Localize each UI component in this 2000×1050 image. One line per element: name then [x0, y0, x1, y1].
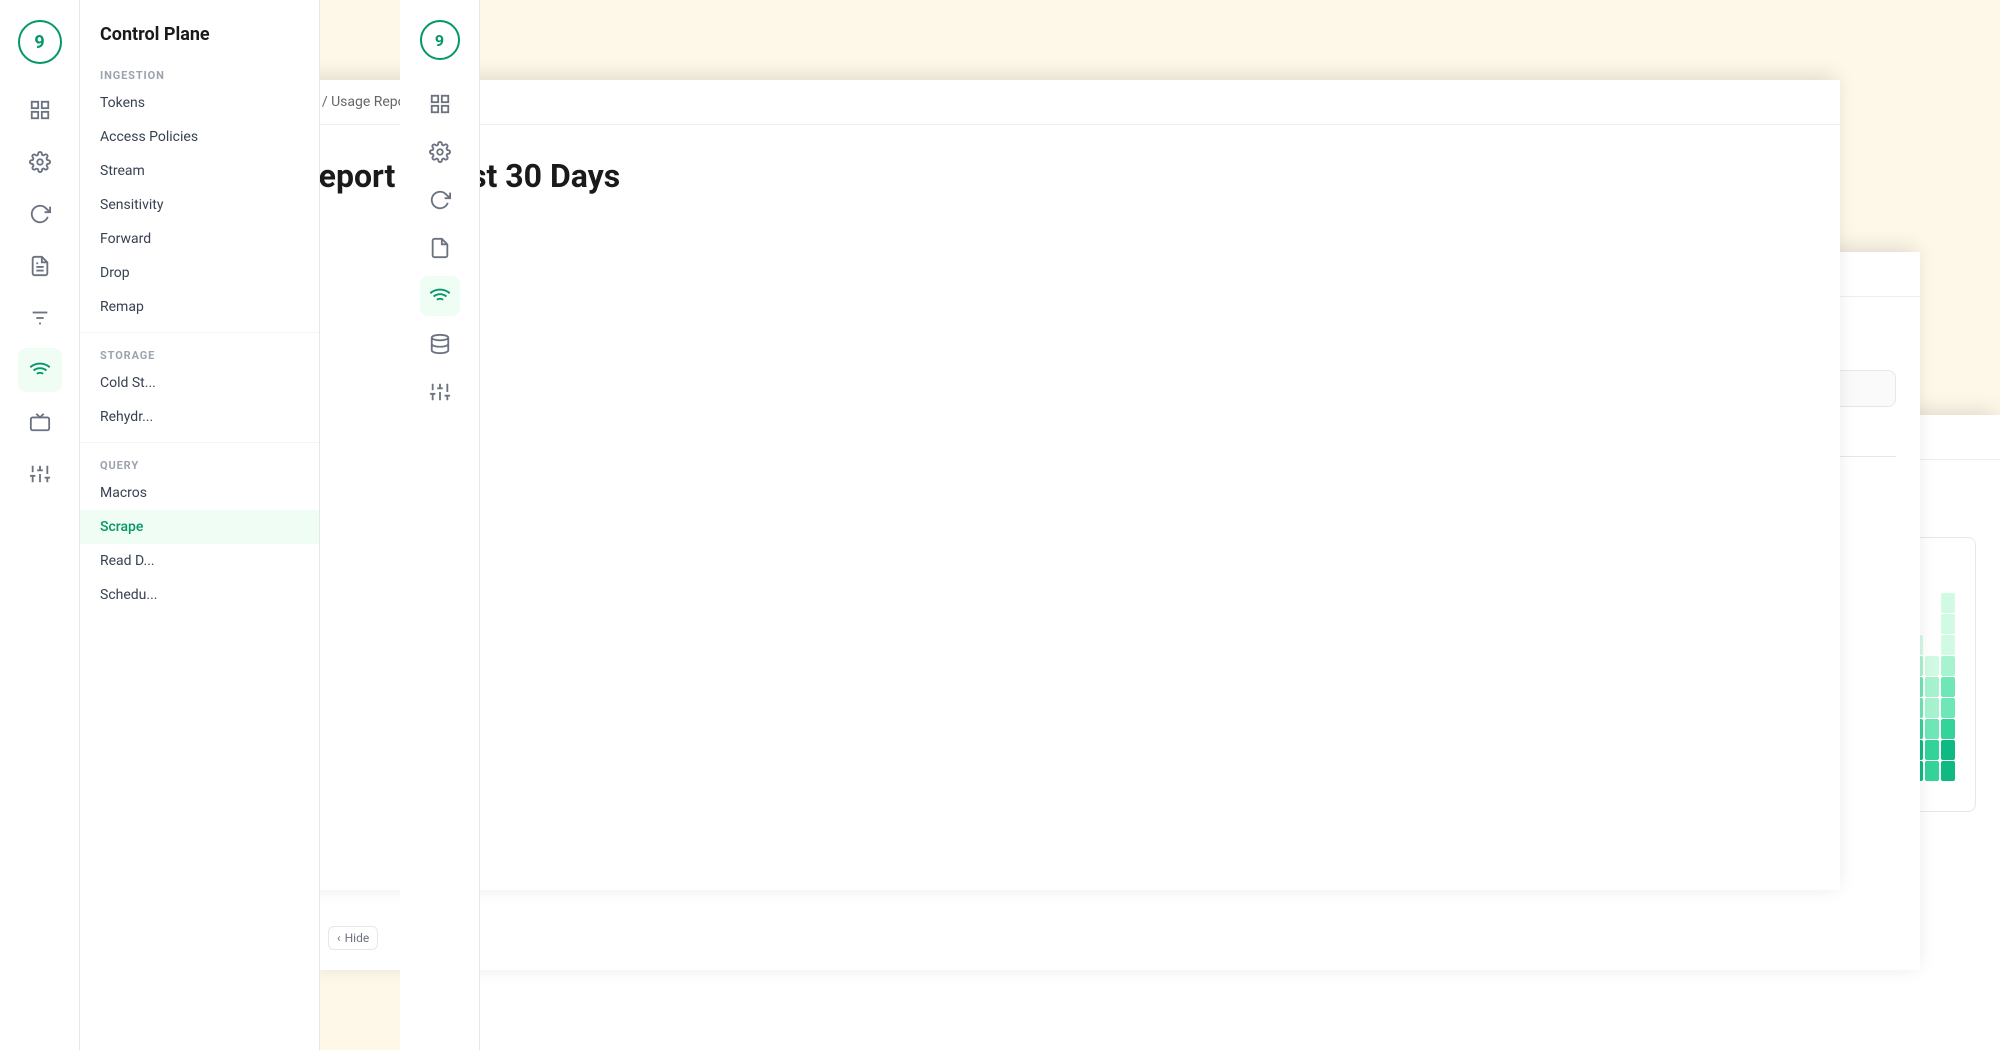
heatmap-cell	[1925, 761, 1939, 781]
nav-header: Control Plane	[80, 0, 319, 61]
refresh-icon-3	[429, 189, 451, 211]
heatmap-cell	[1941, 656, 1955, 676]
document-icon	[29, 255, 51, 277]
main-sidebar: 9	[0, 0, 80, 1050]
nav-item-macros[interactable]: Macros	[80, 476, 319, 510]
nav-item-sensitivity[interactable]: Sensitivity	[80, 188, 319, 222]
heatmap-cell	[1925, 635, 1939, 655]
heatmap-cell	[1941, 593, 1955, 613]
heatmap-cell	[1925, 593, 1939, 613]
refresh-icon	[29, 203, 51, 225]
heatmap-cell	[1941, 719, 1955, 739]
sidebar3-filter[interactable]	[420, 372, 460, 412]
filter-icon-3	[429, 381, 451, 403]
sidebar-item-refresh[interactable]	[18, 192, 62, 236]
document-icon-3	[429, 237, 451, 259]
sidebar3-settings[interactable]	[420, 132, 460, 172]
nav-item-rehydrate[interactable]: Rehydr...	[80, 400, 319, 434]
sidebar-item-broadcast[interactable]	[18, 348, 62, 392]
heatmap-cell	[1925, 614, 1939, 634]
nav-item-remap[interactable]: Remap	[80, 290, 319, 324]
nav-section-ingestion: INGESTION	[80, 61, 319, 86]
nav-divider-1	[80, 332, 319, 333]
nav-item-forward[interactable]: Forward	[80, 222, 319, 256]
gear-icon-3	[429, 141, 451, 163]
heatmap-cell	[1925, 677, 1939, 697]
nav-sidebar: Control Plane INGESTION Tokens Access Po…	[80, 0, 320, 1050]
nav-divider-2	[80, 442, 319, 443]
heatmap-cell	[1941, 740, 1955, 760]
heatmap-cell	[1925, 698, 1939, 718]
nav-item-schedule[interactable]: Schedu...	[80, 578, 319, 612]
heatmap-cell	[1925, 656, 1939, 676]
heatmap-cell	[1941, 635, 1955, 655]
heatmap-cell	[1941, 698, 1955, 718]
grid-icon-3	[429, 93, 451, 115]
filter-icon	[29, 307, 51, 329]
heatmap-cell	[1941, 761, 1955, 781]
app-logo[interactable]: 9	[18, 20, 62, 64]
sidebar-item-storage[interactable]	[18, 400, 62, 444]
sidebar3-broadcast[interactable]	[420, 276, 460, 316]
nav-item-drop[interactable]: Drop	[80, 256, 319, 290]
nav-item-scrape[interactable]: Scrape	[80, 510, 319, 544]
nav-section-storage: STORAGE	[80, 341, 319, 366]
heatmap-cell	[1925, 740, 1939, 760]
heatmap-cell	[1941, 614, 1955, 634]
sidebar-item-document[interactable]	[18, 244, 62, 288]
nav-item-tokens[interactable]: Tokens	[80, 86, 319, 120]
broadcast-icon-3	[429, 285, 451, 307]
gear-icon	[29, 151, 51, 173]
grid-icon	[29, 99, 51, 121]
sliders-icon	[29, 463, 51, 485]
heatmap-cell	[1941, 677, 1955, 697]
app-logo-3[interactable]: 9	[420, 20, 460, 60]
sidebar-item-filter[interactable]	[18, 296, 62, 340]
chevron-left-icon: ‹	[337, 931, 341, 945]
sidebar3-refresh[interactable]	[420, 180, 460, 220]
sidebar-item-tune[interactable]	[18, 452, 62, 496]
sidebar3-dashboard[interactable]	[420, 84, 460, 124]
broadcast-icon	[29, 359, 51, 381]
database-icon-3	[429, 333, 451, 355]
nav-sidebar-3: 9	[400, 0, 480, 1050]
nav-section-query: QUERY	[80, 451, 319, 476]
nav-item-read-data[interactable]: Read D...	[80, 544, 319, 578]
sidebar3-document[interactable]	[420, 228, 460, 268]
sidebar-item-settings[interactable]	[18, 140, 62, 184]
sidebar-item-dashboard[interactable]	[18, 88, 62, 132]
heatmap-cell	[1925, 719, 1939, 739]
camera-icon	[29, 411, 51, 433]
nav-item-access-policies[interactable]: Access Policies	[80, 120, 319, 154]
sidebar3-storage[interactable]	[420, 324, 460, 364]
hide-button[interactable]: ‹ Hide	[328, 926, 378, 950]
nav-item-cold-storage[interactable]: Cold St...	[80, 366, 319, 400]
nav-item-stream[interactable]: Stream	[80, 154, 319, 188]
